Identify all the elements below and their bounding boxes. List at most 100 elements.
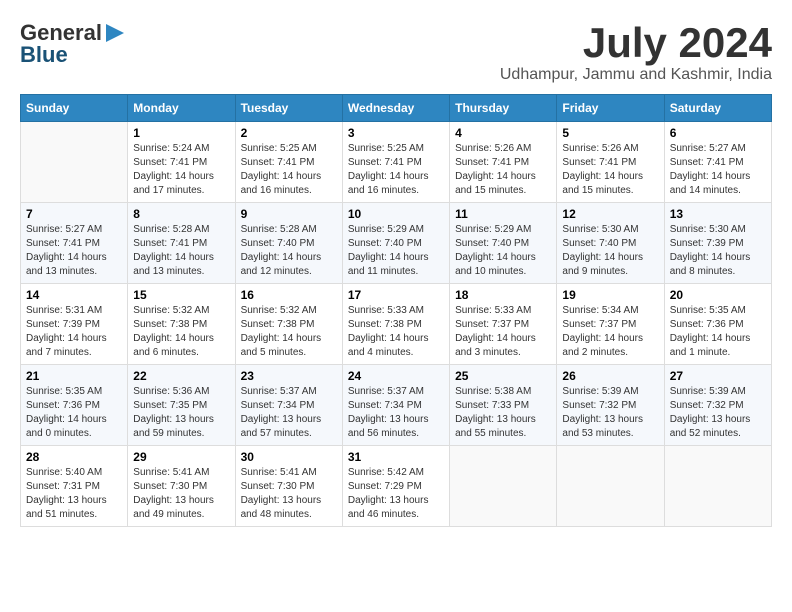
calendar-cell: 12 Sunrise: 5:30 AMSunset: 7:40 PMDayligh… xyxy=(557,203,664,284)
day-number: 22 xyxy=(133,369,229,383)
day-number: 27 xyxy=(670,369,766,383)
calendar-cell: 5 Sunrise: 5:26 AMSunset: 7:41 PMDaylight… xyxy=(557,122,664,203)
day-number: 1 xyxy=(133,126,229,140)
header-day-thursday: Thursday xyxy=(450,95,557,122)
day-number: 4 xyxy=(455,126,551,140)
calendar-cell: 15 Sunrise: 5:32 AMSunset: 7:38 PMDayligh… xyxy=(128,284,235,365)
day-info: Sunrise: 5:34 AMSunset: 7:37 PMDaylight:… xyxy=(562,304,658,360)
calendar-cell xyxy=(557,446,664,527)
day-number: 21 xyxy=(26,369,122,383)
calendar-cell: 2Sunrise: 5:25 AMSunset: 7:41 PMDaylight… xyxy=(235,122,342,203)
day-number: 13 xyxy=(670,207,766,221)
calendar-cell: 29 Sunrise: 5:41 AMSunset: 7:30 PMDayligh… xyxy=(128,446,235,527)
day-number: 29 xyxy=(133,450,229,464)
calendar-cell: 6Sunrise: 5:27 AMSunset: 7:41 PMDaylight… xyxy=(664,122,771,203)
day-number: 16 xyxy=(241,288,337,302)
calendar-cell: 16Sunrise: 5:32 AMSunset: 7:38 PMDayligh… xyxy=(235,284,342,365)
calendar-header-row: SundayMondayTuesdayWednesdayThursdayFrid… xyxy=(21,95,772,122)
day-number: 31 xyxy=(348,450,444,464)
calendar-cell: 21 Sunrise: 5:35 AMSunset: 7:36 PMDayligh… xyxy=(21,365,128,446)
day-info: Sunrise: 5:27 AMSunset: 7:41 PMDaylight:… xyxy=(670,142,766,198)
calendar-week-row: 28Sunrise: 5:40 AMSunset: 7:31 PMDayligh… xyxy=(21,446,772,527)
calendar-cell: 7 Sunrise: 5:27 AMSunset: 7:41 PMDaylight… xyxy=(21,203,128,284)
header-day-friday: Friday xyxy=(557,95,664,122)
day-number: 20 xyxy=(670,288,766,302)
calendar-cell xyxy=(450,446,557,527)
day-info: Sunrise: 5:41 AMSunset: 7:30 PMDaylight:… xyxy=(241,466,337,522)
location-title: Udhampur, Jammu and Kashmir, India xyxy=(500,66,772,84)
day-info: Sunrise: 5:27 AMSunset: 7:41 PMDaylight:… xyxy=(26,223,122,279)
day-number: 11 xyxy=(455,207,551,221)
calendar-week-row: 21 Sunrise: 5:35 AMSunset: 7:36 PMDayligh… xyxy=(21,365,772,446)
day-info: Sunrise: 5:33 AMSunset: 7:37 PMDaylight:… xyxy=(455,304,551,360)
day-number: 10 xyxy=(348,207,444,221)
day-number: 17 xyxy=(348,288,444,302)
day-info: Sunrise: 5:29 AMSunset: 7:40 PMDaylight:… xyxy=(348,223,444,279)
day-info: Sunrise: 5:26 AMSunset: 7:41 PMDaylight:… xyxy=(455,142,551,198)
day-number: 19 xyxy=(562,288,658,302)
calendar-cell: 18 Sunrise: 5:33 AMSunset: 7:37 PMDayligh… xyxy=(450,284,557,365)
day-info: Sunrise: 5:42 AMSunset: 7:29 PMDaylight:… xyxy=(348,466,444,522)
calendar-week-row: 14 Sunrise: 5:31 AMSunset: 7:39 PMDayligh… xyxy=(21,284,772,365)
day-number: 2 xyxy=(241,126,337,140)
day-number: 9 xyxy=(241,207,337,221)
page-header: General Blue July 2024 Udhampur, Jammu a… xyxy=(20,20,772,84)
day-info: Sunrise: 5:31 AMSunset: 7:39 PMDaylight:… xyxy=(26,304,122,360)
calendar-cell: 9 Sunrise: 5:28 AMSunset: 7:40 PMDaylight… xyxy=(235,203,342,284)
day-info: Sunrise: 5:30 AMSunset: 7:39 PMDaylight:… xyxy=(670,223,766,279)
day-info: Sunrise: 5:36 AMSunset: 7:35 PMDaylight:… xyxy=(133,385,229,441)
day-number: 28 xyxy=(26,450,122,464)
calendar-cell: 24Sunrise: 5:37 AMSunset: 7:34 PMDayligh… xyxy=(342,365,449,446)
calendar-cell: 26 Sunrise: 5:39 AMSunset: 7:32 PMDayligh… xyxy=(557,365,664,446)
day-info: Sunrise: 5:35 AMSunset: 7:36 PMDaylight:… xyxy=(26,385,122,441)
month-title: July 2024 xyxy=(500,20,772,66)
header-day-wednesday: Wednesday xyxy=(342,95,449,122)
calendar-cell: 31 Sunrise: 5:42 AMSunset: 7:29 PMDayligh… xyxy=(342,446,449,527)
calendar-cell: 23Sunrise: 5:37 AMSunset: 7:34 PMDayligh… xyxy=(235,365,342,446)
header-day-monday: Monday xyxy=(128,95,235,122)
calendar-cell xyxy=(664,446,771,527)
calendar-cell: 11 Sunrise: 5:29 AMSunset: 7:40 PMDayligh… xyxy=(450,203,557,284)
calendar-cell: 4 Sunrise: 5:26 AMSunset: 7:41 PMDaylight… xyxy=(450,122,557,203)
day-info: Sunrise: 5:41 AMSunset: 7:30 PMDaylight:… xyxy=(133,466,229,522)
day-info: Sunrise: 5:37 AMSunset: 7:34 PMDaylight:… xyxy=(348,385,444,441)
day-info: Sunrise: 5:29 AMSunset: 7:40 PMDaylight:… xyxy=(455,223,551,279)
day-number: 18 xyxy=(455,288,551,302)
day-number: 12 xyxy=(562,207,658,221)
day-info: Sunrise: 5:30 AMSunset: 7:40 PMDaylight:… xyxy=(562,223,658,279)
calendar-cell: 13 Sunrise: 5:30 AMSunset: 7:39 PMDayligh… xyxy=(664,203,771,284)
day-number: 25 xyxy=(455,369,551,383)
calendar-cell: 17 Sunrise: 5:33 AMSunset: 7:38 PMDayligh… xyxy=(342,284,449,365)
day-info: Sunrise: 5:28 AMSunset: 7:40 PMDaylight:… xyxy=(241,223,337,279)
day-info: Sunrise: 5:33 AMSunset: 7:38 PMDaylight:… xyxy=(348,304,444,360)
day-number: 7 xyxy=(26,207,122,221)
logo: General Blue xyxy=(20,20,126,68)
day-number: 14 xyxy=(26,288,122,302)
day-info: Sunrise: 5:39 AMSunset: 7:32 PMDaylight:… xyxy=(670,385,766,441)
day-info: Sunrise: 5:35 AMSunset: 7:36 PMDaylight:… xyxy=(670,304,766,360)
day-info: Sunrise: 5:38 AMSunset: 7:33 PMDaylight:… xyxy=(455,385,551,441)
day-number: 3 xyxy=(348,126,444,140)
calendar-cell: 22 Sunrise: 5:36 AMSunset: 7:35 PMDayligh… xyxy=(128,365,235,446)
calendar-cell: 8Sunrise: 5:28 AMSunset: 7:41 PMDaylight… xyxy=(128,203,235,284)
day-info: Sunrise: 5:26 AMSunset: 7:41 PMDaylight:… xyxy=(562,142,658,198)
day-number: 23 xyxy=(241,369,337,383)
day-info: Sunrise: 5:24 AMSunset: 7:41 PMDaylight:… xyxy=(133,142,229,198)
header-day-sunday: Sunday xyxy=(21,95,128,122)
day-info: Sunrise: 5:39 AMSunset: 7:32 PMDaylight:… xyxy=(562,385,658,441)
calendar-cell: 14 Sunrise: 5:31 AMSunset: 7:39 PMDayligh… xyxy=(21,284,128,365)
calendar-cell: 10 Sunrise: 5:29 AMSunset: 7:40 PMDayligh… xyxy=(342,203,449,284)
day-number: 26 xyxy=(562,369,658,383)
day-info: Sunrise: 5:32 AMSunset: 7:38 PMDaylight:… xyxy=(133,304,229,360)
day-number: 8 xyxy=(133,207,229,221)
title-section: July 2024 Udhampur, Jammu and Kashmir, I… xyxy=(500,20,772,84)
day-info: Sunrise: 5:25 AMSunset: 7:41 PMDaylight:… xyxy=(348,142,444,198)
day-number: 15 xyxy=(133,288,229,302)
calendar-cell xyxy=(21,122,128,203)
calendar-cell: 27 Sunrise: 5:39 AMSunset: 7:32 PMDayligh… xyxy=(664,365,771,446)
calendar-table: SundayMondayTuesdayWednesdayThursdayFrid… xyxy=(20,94,772,527)
day-number: 5 xyxy=(562,126,658,140)
calendar-week-row: 7 Sunrise: 5:27 AMSunset: 7:41 PMDaylight… xyxy=(21,203,772,284)
calendar-cell: 28Sunrise: 5:40 AMSunset: 7:31 PMDayligh… xyxy=(21,446,128,527)
calendar-cell: 30Sunrise: 5:41 AMSunset: 7:30 PMDayligh… xyxy=(235,446,342,527)
